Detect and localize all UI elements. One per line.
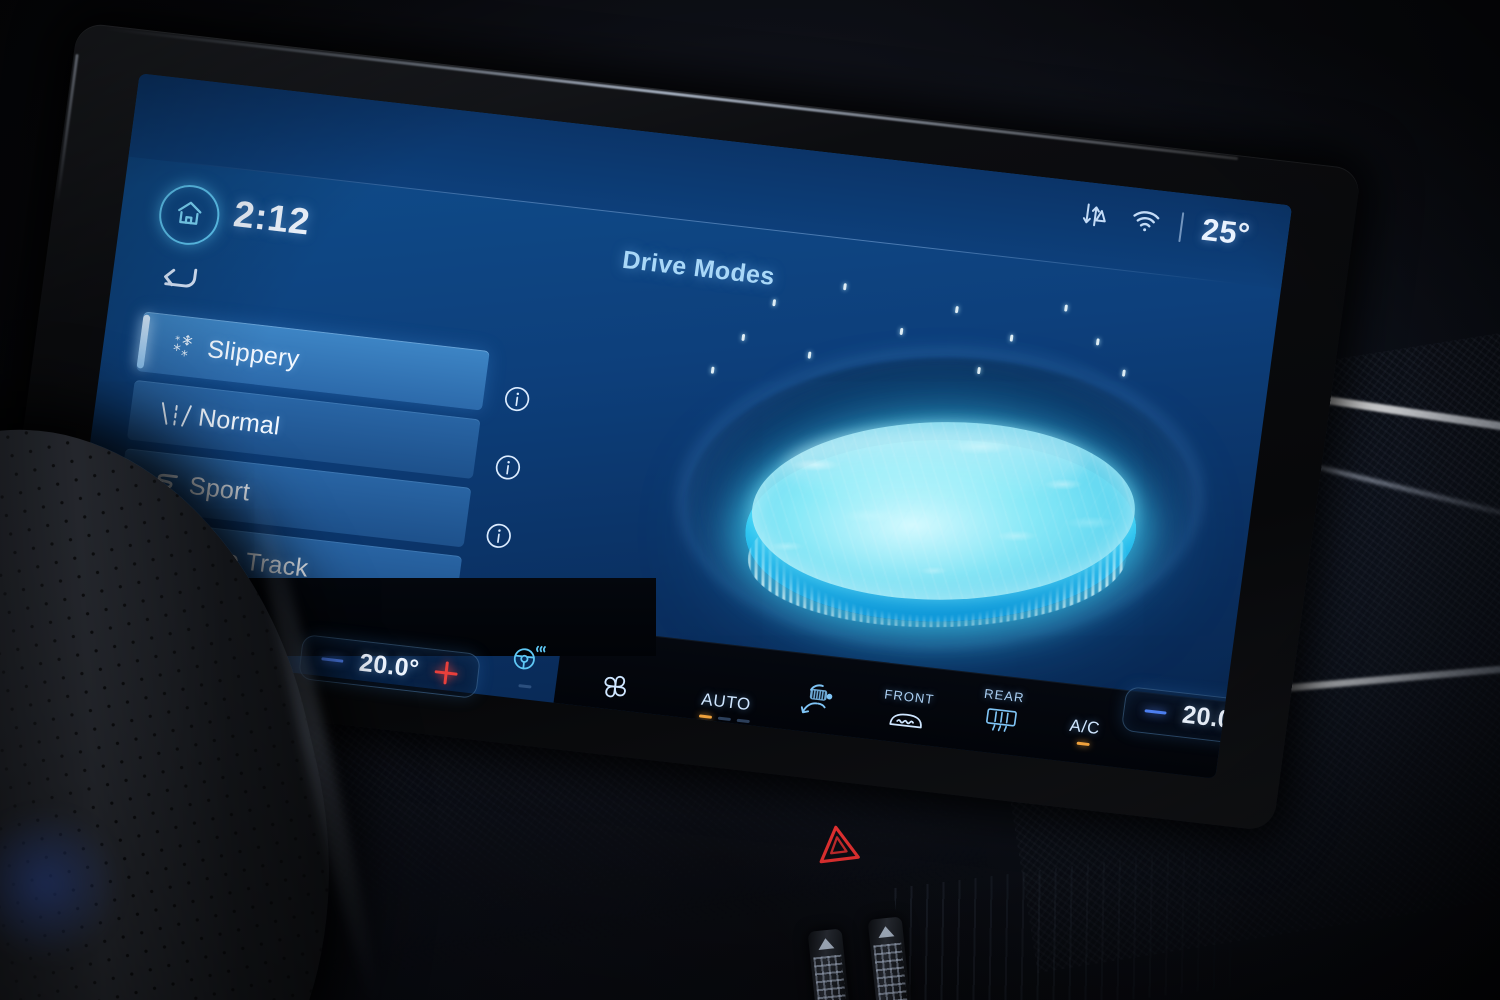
infotainment-screenshot: 25° 2:12 Drive Modes Slippery Normal Spo…	[0, 0, 1500, 1000]
snow-particle	[954, 305, 959, 314]
auto-label: AUTO	[700, 689, 753, 715]
data-transfer-icon[interactable]	[1078, 198, 1112, 236]
snow-particle	[741, 333, 746, 342]
airflow-direction-button[interactable]	[785, 652, 856, 730]
ac-label: A/C	[1068, 715, 1102, 739]
drive-mode-label: Normal	[196, 402, 282, 441]
snow-particle	[1009, 334, 1014, 342]
heated-steering-wheel-button[interactable]	[493, 619, 562, 692]
snow-particle	[807, 351, 812, 359]
info-button-sport[interactable]	[481, 500, 517, 571]
info-button-slippery[interactable]	[499, 363, 535, 434]
heated-steering-wheel-icon	[506, 639, 548, 682]
snow-particle	[842, 283, 847, 291]
selection-indicator-bar	[136, 314, 151, 369]
info-button-normal[interactable]	[490, 432, 526, 503]
back-arrow-icon	[154, 259, 201, 300]
rear-defrost-icon	[979, 705, 1023, 742]
status-divider	[1177, 212, 1184, 243]
temperature-decrease-button[interactable]	[321, 657, 344, 663]
wifi-icon[interactable]	[1128, 206, 1162, 240]
snowflake-icon	[160, 329, 210, 364]
rear-defrost-label: REAR	[983, 685, 1026, 706]
snow-particle	[710, 366, 715, 374]
knob-arrow-icon	[877, 925, 895, 938]
rear-defrost-button[interactable]: REAR	[959, 656, 1049, 744]
snow-particle	[1121, 369, 1126, 377]
fan-icon	[595, 669, 636, 710]
snow-particle	[899, 327, 904, 336]
drive-mode-label: Slippery	[205, 334, 302, 373]
ac-button[interactable]: A/C	[1053, 680, 1121, 748]
snow-particle	[1095, 338, 1100, 346]
front-defrost-label: FRONT	[883, 686, 936, 708]
road-lane-icon	[151, 398, 200, 431]
knob-texture	[813, 954, 848, 1000]
hazard-warning-button[interactable]	[812, 819, 863, 871]
knob-arrow-icon	[817, 937, 835, 950]
temperature-decrease-button[interactable]	[1144, 708, 1167, 715]
snow-particle	[1064, 304, 1068, 312]
outside-temperature: 25°	[1199, 211, 1253, 252]
auto-climate-button[interactable]: AUTO	[679, 652, 777, 726]
knob-texture	[873, 942, 908, 1000]
back-button[interactable]	[150, 256, 205, 303]
drive-mode-label: Sport	[187, 471, 252, 507]
snow-particle	[772, 299, 777, 307]
front-defrost-icon	[883, 706, 929, 742]
temperature-value-left: 20.0°	[357, 648, 421, 684]
temperature-increase-button[interactable]	[434, 660, 459, 685]
fan-speed-button[interactable]	[584, 649, 649, 711]
front-defrost-button[interactable]: FRONT	[864, 657, 954, 743]
airflow-direction-icon	[794, 674, 845, 730]
